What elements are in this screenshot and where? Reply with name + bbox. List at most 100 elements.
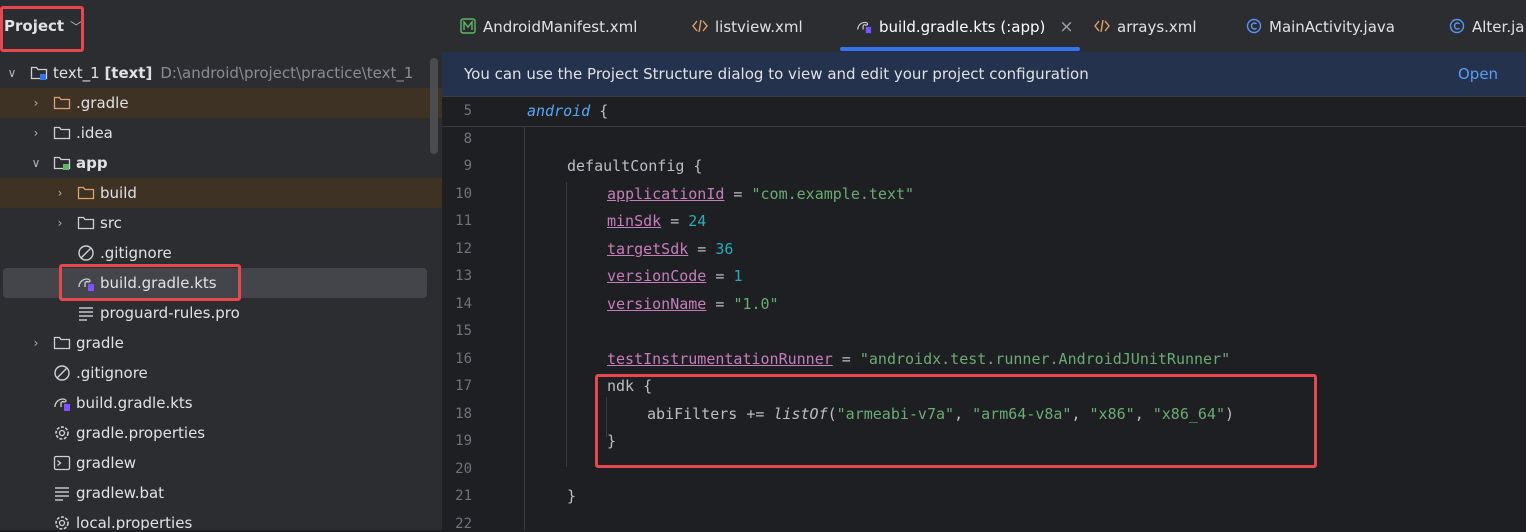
code-line-16: testInstrumentationRunner = "androidx.te…	[607, 350, 1230, 368]
code-token: )	[1225, 405, 1235, 423]
code-token: versionName	[607, 295, 707, 313]
chevron-right-icon[interactable]: ›	[53, 178, 67, 208]
tool-window-header: Project ﹀	[0, 0, 442, 54]
tree-item-src[interactable]: › src	[0, 208, 442, 238]
tab-listview-xml[interactable]: listview.xml	[692, 0, 803, 52]
editor-pane: AndroidManifest.xml listview.xml build.g…	[442, 0, 1526, 532]
code-token: 36	[715, 240, 734, 258]
tab-android-manifest[interactable]: AndroidManifest.xml	[460, 0, 637, 52]
code-token: ,	[954, 405, 973, 423]
tree-item-local-properties[interactable]: local.properties	[0, 508, 442, 530]
tree-item-root-build-gradle-kts[interactable]: build.gradle.kts	[0, 388, 442, 418]
code-token: =	[661, 212, 689, 230]
code-line-11: minSdk = 24	[607, 212, 706, 230]
tree-item-label: gradlew.bat	[76, 484, 165, 502]
line-number: 19	[455, 433, 472, 449]
code-line-21: }	[567, 487, 577, 505]
tree-item-gradlew[interactable]: gradlew	[0, 448, 442, 478]
tree-item-app[interactable]: ∨ app	[0, 148, 442, 178]
ignore-file-icon	[78, 245, 94, 261]
tree-item-gradle[interactable]: › gradle	[0, 328, 442, 358]
code-token: "x86"	[1089, 405, 1135, 423]
tree-item-dot-gradle[interactable]: › .gradle	[0, 88, 442, 118]
code-token: =	[706, 295, 734, 313]
module-folder-icon	[30, 66, 48, 80]
tree-item-gradle-properties[interactable]: gradle.properties	[0, 418, 442, 448]
code-token: abiFilters +=	[647, 405, 774, 423]
code-line-5: android {	[527, 102, 608, 120]
tree-item-root-gitignore[interactable]: .gitignore	[0, 358, 442, 388]
gradle-kts-icon	[78, 278, 94, 291]
tab-arrays-xml[interactable]: arrays.xml	[1094, 0, 1197, 52]
tab-build-gradle-kts-app[interactable]: build.gradle.kts (:app) ×	[856, 0, 1074, 52]
code-token: "1.0"	[733, 295, 779, 313]
project-view-selector[interactable]: Project ﹀	[4, 17, 82, 35]
code-token: "armeabi-v7a"	[836, 405, 955, 423]
code-token: android	[527, 102, 591, 120]
tree-item-label: local.properties	[76, 514, 193, 530]
tree-item-gradlew-bat[interactable]: gradlew.bat	[0, 478, 442, 508]
code-token: {	[590, 102, 609, 120]
code-token: "x86_64"	[1152, 405, 1225, 423]
folder-icon	[53, 96, 71, 110]
code-line-17: ndk {	[607, 377, 653, 395]
chevron-right-icon[interactable]: ›	[29, 328, 43, 358]
code-area[interactable]: 5 8 9 10 11 12 13 14 15 16 17 18 19 20 2…	[442, 97, 1526, 532]
tree-item-label: gradle.properties	[76, 424, 206, 442]
xml-icon	[692, 19, 708, 33]
tree-item-label: gradle	[76, 334, 124, 352]
ignore-file-icon	[54, 365, 70, 381]
line-number: 17	[455, 378, 472, 394]
line-number: 11	[455, 213, 472, 229]
tree-item-label: app	[76, 154, 108, 172]
code-token: applicationId	[607, 185, 725, 203]
code-token: "com.example.text"	[751, 185, 915, 203]
tree-scrollbar[interactable]	[430, 58, 438, 154]
project-view-label: Project	[4, 17, 65, 35]
chevron-right-icon[interactable]: ›	[29, 88, 43, 118]
code-token: =	[688, 240, 716, 258]
chevron-right-icon[interactable]: ›	[53, 208, 67, 238]
tree-item-label: gradlew	[76, 454, 137, 472]
tree-item-gitignore[interactable]: .gitignore	[0, 238, 442, 268]
terminal-file-icon	[53, 455, 71, 471]
gradle-kts-icon	[857, 21, 872, 34]
tree-item-text_1[interactable]: ∨ text_1 [text] D:\android\project\practi…	[0, 58, 442, 88]
line-number: 5	[463, 103, 472, 119]
close-icon[interactable]: ×	[1059, 17, 1073, 37]
active-tab-indicator	[840, 47, 1080, 51]
tree-item-label: .idea	[76, 124, 113, 142]
line-number: 20	[455, 461, 472, 477]
tree-item-build-gradle-kts-app[interactable]: build.gradle.kts	[3, 268, 427, 298]
chevron-right-icon[interactable]: ›	[29, 118, 43, 148]
chevron-down-icon[interactable]: ∨	[5, 58, 19, 88]
code-token: ,	[1134, 405, 1153, 423]
line-number: 21	[455, 488, 472, 504]
code-line-18: abiFilters += listOf("armeabi-v7a", "arm…	[647, 405, 1234, 423]
code-token: =	[724, 185, 752, 203]
class-icon	[1246, 18, 1262, 34]
tab-main-activity[interactable]: MainActivity.java	[1246, 0, 1395, 52]
code-token: minSdk	[607, 212, 662, 230]
tree-item-label: build.gradle.kts	[76, 394, 193, 412]
tab-label: Alter.ja	[1472, 18, 1525, 36]
tree-item-dot-idea[interactable]: › .idea	[0, 118, 442, 148]
text-file-icon	[79, 307, 93, 321]
code-token: listOf	[773, 405, 828, 423]
line-number: 10	[455, 186, 472, 202]
code-token: "arm64-v8a"	[972, 405, 1072, 423]
code-token: targetSdk	[607, 240, 689, 258]
indent-guide	[606, 397, 607, 437]
tab-label: listview.xml	[715, 18, 803, 36]
chevron-down-icon[interactable]: ∨	[29, 148, 43, 178]
indent-guide	[524, 127, 525, 530]
tab-alter[interactable]: Alter.ja	[1449, 0, 1524, 52]
code-token: 24	[688, 212, 707, 230]
folder-icon	[53, 336, 71, 350]
banner-text: You can use the Project Structure dialog…	[464, 65, 1089, 83]
code-line-12: targetSdk = 36	[607, 240, 733, 258]
editor-tab-bar: AndroidManifest.xml listview.xml build.g…	[442, 0, 1526, 53]
tree-item-build[interactable]: › build	[0, 178, 442, 208]
tree-item-proguard[interactable]: proguard-rules.pro	[0, 298, 442, 328]
project-structure-banner: You can use the Project Structure dialog…	[442, 52, 1526, 127]
